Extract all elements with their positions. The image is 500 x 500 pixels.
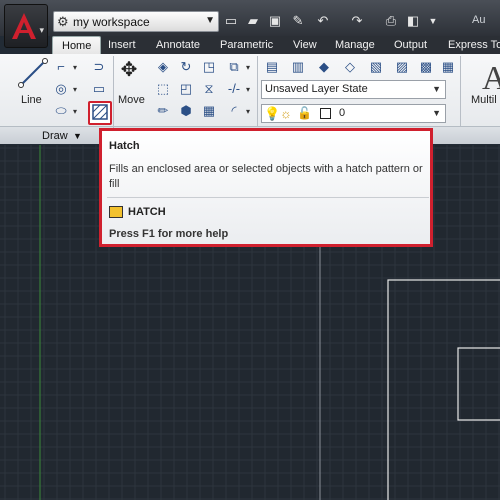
current-layer-value: 0	[339, 107, 346, 119]
line-icon[interactable]	[18, 58, 48, 88]
tab-manage[interactable]: Manage	[335, 36, 375, 54]
save-icon[interactable]: ▣	[266, 12, 284, 30]
chevron-down-icon[interactable]: ▾	[73, 63, 77, 72]
layer-off-icon[interactable]: ▦	[438, 57, 458, 77]
chevron-down-icon[interactable]: ▼	[424, 12, 442, 30]
chevron-down-icon: ▼	[205, 15, 215, 26]
tab-view[interactable]: View	[293, 36, 317, 54]
layer-match-icon[interactable]: ◆	[314, 57, 334, 77]
app-title: Au	[472, 14, 486, 26]
circle-icon[interactable]: ◎	[51, 79, 71, 99]
move-label: Move	[118, 94, 145, 106]
draw-panel-footer[interactable]: Draw ▼	[0, 126, 113, 144]
open-folder-icon[interactable]: ▰	[244, 12, 262, 30]
trim-icon[interactable]: ↻	[176, 57, 196, 77]
print-icon[interactable]: ⎙	[382, 12, 400, 30]
array-icon[interactable]: ▦	[199, 101, 219, 121]
rectangle-icon[interactable]: ▭	[89, 79, 109, 99]
application-menu-button[interactable]: ▾	[4, 4, 48, 48]
offset-icon[interactable]: ◜	[224, 101, 244, 121]
stretch-icon[interactable]: ✏	[153, 101, 173, 121]
tooltip-description: Fills an enclosed area or selected objec…	[109, 163, 423, 190]
copy-object-icon[interactable]: ⬚	[153, 79, 173, 99]
multiline-text-label: Multil	[471, 94, 497, 106]
workspace-selector[interactable]: ⚙ my workspace ▼	[53, 11, 219, 32]
workspace-name: my workspace	[73, 15, 150, 29]
move-icon[interactable]: ✥	[119, 60, 139, 80]
drawing-rectangle-inner	[457, 347, 500, 421]
title-bar: ▾ ⚙ my workspace ▼ ▭ ▰ ▣ ✎ ↶ ↷ ⎙ ◧ ▼ Au	[0, 0, 500, 48]
chevron-down-icon[interactable]: ▾	[246, 85, 250, 94]
chevron-down-icon[interactable]: ▾	[246, 63, 250, 72]
layer-states-icon[interactable]: ▥	[288, 57, 308, 77]
arc-icon[interactable]: ⊃	[89, 57, 109, 77]
layer-unisolate-icon[interactable]: ▨	[392, 57, 412, 77]
draw-panel-label: Draw	[42, 130, 68, 142]
layer-freeze-icon[interactable]: ▩	[416, 57, 436, 77]
lock-icon: 🔓	[297, 106, 312, 120]
tab-insert[interactable]: Insert	[108, 36, 136, 54]
new-file-icon[interactable]: ▭	[222, 12, 240, 30]
sun-icon: ☼	[280, 106, 292, 121]
ellipse-icon[interactable]: ⬭	[51, 101, 71, 121]
layer-state-value: Unsaved Layer State	[265, 83, 368, 95]
redo-icon[interactable]: ↷	[348, 12, 366, 30]
polyline-icon[interactable]: ⌐	[51, 57, 71, 77]
line-label: Line	[21, 94, 42, 106]
layer-properties-icon[interactable]: ▤	[262, 57, 282, 77]
tooltip-divider	[107, 197, 429, 198]
text-tool-icon[interactable]: A	[482, 60, 500, 98]
chevron-down-icon: ▼	[73, 131, 82, 141]
hatch-tooltip: Hatch Fills an enclosed area or selected…	[99, 128, 433, 247]
fillet-icon[interactable]: ◰	[176, 79, 196, 99]
tab-annotate[interactable]: Annotate	[156, 36, 200, 54]
ribbon-tabs: Home Insert Annotate Parametric View Man…	[50, 36, 500, 54]
mirror-icon[interactable]: ⧖	[199, 79, 219, 99]
current-layer-dropdown[interactable]: 💡 ☼ 🔓 0 ▼	[261, 104, 446, 123]
explode-icon[interactable]: -/-	[224, 79, 244, 99]
lightbulb-icon: 💡	[264, 106, 281, 121]
hatch-pattern-icon	[92, 104, 108, 120]
command-icon	[109, 206, 123, 218]
layer-color-swatch	[320, 108, 331, 119]
chevron-down-icon[interactable]: ▾	[73, 107, 77, 116]
tab-parametric[interactable]: Parametric	[220, 36, 273, 54]
tab-home[interactable]: Home	[52, 36, 102, 54]
undo-icon[interactable]: ↶	[314, 12, 332, 30]
copy-icon[interactable]: ⧉	[224, 57, 244, 77]
chevron-down-icon: ▼	[432, 108, 441, 118]
drawing-rectangle	[387, 279, 500, 500]
tooltip-title: Hatch	[109, 140, 140, 152]
layer-previous-icon[interactable]: ◇	[340, 57, 360, 77]
chevron-down-icon[interactable]: ▾	[246, 107, 250, 116]
rotate-icon[interactable]: ◈	[153, 57, 173, 77]
layer-icon[interactable]: ◧	[404, 12, 422, 30]
save-as-icon[interactable]: ✎	[289, 12, 307, 30]
hatch-icon[interactable]	[88, 101, 112, 125]
tooltip-help: Press F1 for more help	[109, 228, 229, 240]
gear-icon: ⚙	[57, 14, 69, 29]
scale-icon[interactable]: ⬢	[176, 101, 196, 121]
chevron-down-icon: ▾	[39, 25, 44, 35]
tab-output[interactable]: Output	[394, 36, 427, 54]
autocad-logo-icon	[12, 13, 36, 39]
chevron-down-icon[interactable]: ▾	[73, 85, 77, 94]
layer-isolate-icon[interactable]: ▧	[366, 57, 386, 77]
chevron-down-icon: ▼	[432, 84, 441, 94]
tab-express-tools[interactable]: Express To	[448, 36, 500, 54]
layer-state-dropdown[interactable]: Unsaved Layer State ▼	[261, 80, 446, 99]
extend-icon[interactable]: ◳	[199, 57, 219, 77]
tooltip-command: HATCH	[128, 206, 166, 218]
